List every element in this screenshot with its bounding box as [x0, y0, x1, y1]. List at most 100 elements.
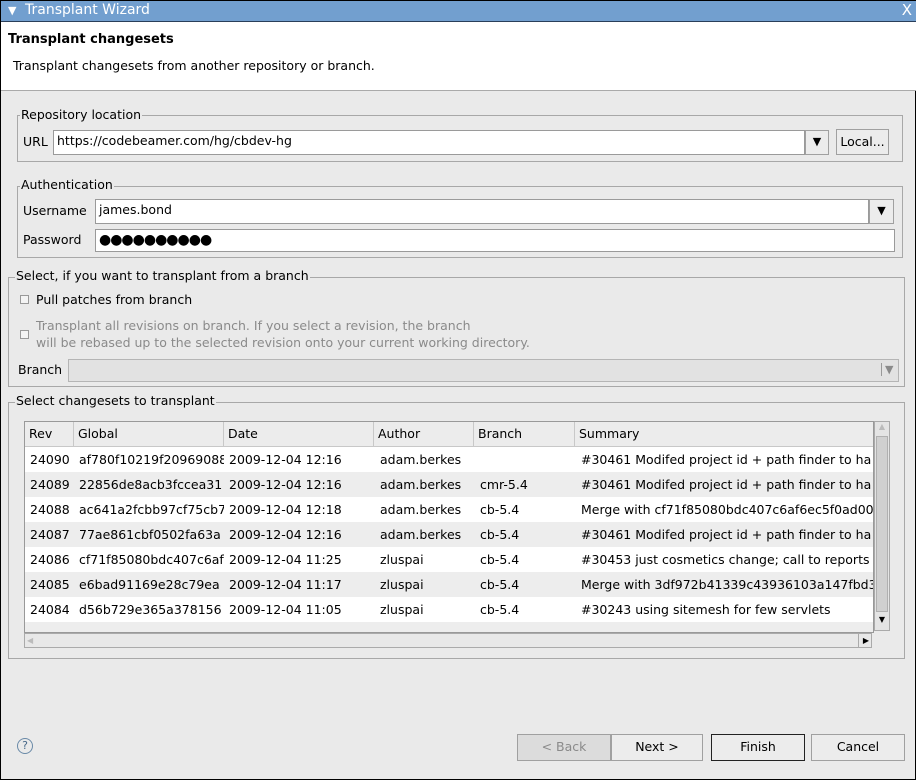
table-row[interactable]: 24090 af780f10219f20969088 2009-12-04 12:1…	[25, 447, 873, 472]
table-row[interactable]: 24088 ac641a2fcbb97cf75cb7 2009-12-04 12:1…	[25, 497, 874, 522]
authentication-legend: Authentication	[20, 177, 114, 192]
cell-rev: 24086	[30, 552, 70, 567]
table-row[interactable]: 24089 22856de8acb3fccea31 2009-12-04 12:16…	[25, 472, 873, 497]
scroll-left-icon[interactable]: ◀	[27, 634, 33, 647]
branch-combo[interactable]	[68, 359, 899, 382]
pull-patches-checkbox[interactable]	[20, 295, 29, 304]
repository-legend: Repository location	[20, 107, 143, 122]
cell-branch: cb-5.4	[480, 602, 520, 617]
cell-date: 2009-12-04 12:16	[229, 527, 342, 542]
column-header-global[interactable]: Global	[74, 422, 224, 447]
table-row-partial[interactable]	[25, 622, 873, 632]
cell-summary: Merge with 3df972b41339c43936103a147fbd3	[581, 577, 874, 592]
scroll-up-icon[interactable]: ▲	[875, 422, 889, 436]
cell-branch: cb-5.4	[480, 502, 520, 517]
transplant-all-label-line1: Transplant all revisions on branch. If y…	[36, 318, 471, 333]
next-button[interactable]: Next >	[611, 734, 703, 761]
cell-author: zluspai	[380, 602, 424, 617]
cell-summary: #30461 Modifed project id + path finder …	[581, 527, 872, 542]
cell-author: zluspai	[380, 552, 424, 567]
branch-legend: Select, if you want to transplant from a…	[15, 268, 310, 283]
column-header-summary[interactable]: Summary	[575, 422, 873, 447]
window-menu-icon[interactable]: ▼	[8, 4, 16, 17]
changesets-table[interactable]: Rev Global Date Author Branch Summary 24…	[24, 421, 874, 633]
username-input[interactable]: james.bond	[95, 199, 869, 224]
cancel-button[interactable]: Cancel	[811, 734, 905, 761]
close-icon[interactable]: X	[902, 1, 912, 19]
cell-summary: #30461 Modifed project id + path finder …	[581, 452, 872, 467]
cell-summary: #30461 Modifed project id + path finder …	[581, 477, 872, 492]
url-input[interactable]: https://codebeamer.com/hg/cbdev-hg	[53, 130, 805, 155]
back-button[interactable]: < Back	[517, 734, 611, 761]
horizontal-scrollbar[interactable]: ◀ ▶	[24, 633, 872, 648]
transplant-all-label-line2: will be rebased up to the selected revis…	[36, 335, 530, 350]
finish-button[interactable]: Finish	[711, 734, 805, 761]
url-dropdown-button[interactable]: ▼	[805, 130, 829, 155]
cell-global: ac641a2fcbb97cf75cb7	[79, 502, 224, 517]
local-button[interactable]: Local...	[836, 129, 889, 155]
column-header-rev[interactable]: Rev	[25, 422, 74, 447]
chevron-down-icon: ▼	[877, 204, 886, 217]
cell-branch: cmr-5.4	[480, 477, 528, 492]
cell-date: 2009-12-04 11:05	[229, 602, 342, 617]
back-label: < Back	[541, 739, 587, 754]
chevron-down-icon: ▼	[881, 363, 893, 376]
cell-author: adam.berkes	[380, 502, 462, 517]
table-row[interactable]: 24087 77ae861cbf0502fa63a 2009-12-04 12:16…	[25, 522, 873, 547]
cell-global: 77ae861cbf0502fa63a	[79, 527, 221, 542]
cell-date: 2009-12-04 12:18	[229, 502, 342, 517]
cell-summary: Merge with cf71f85080bdc407c6af6ec5f0ad0…	[581, 502, 874, 517]
table-row[interactable]: 24084 d56b729e365a378156 2009-12-04 11:05 z…	[25, 597, 873, 622]
changesets-legend: Select changesets to transplant	[15, 393, 216, 408]
window-title: Transplant Wizard	[25, 2, 150, 18]
username-dropdown-button[interactable]: ▼	[869, 199, 894, 224]
cell-author: zluspai	[380, 577, 424, 592]
cell-author: adam.berkes	[380, 527, 462, 542]
cell-rev: 24087	[30, 527, 70, 542]
cell-global: cf71f85080bdc407c6af	[79, 552, 224, 567]
cancel-label: Cancel	[836, 739, 880, 754]
title-bar: ▼ Transplant Wizard X	[1, 1, 916, 22]
transplant-all-checkbox[interactable]	[20, 330, 29, 339]
cell-summary: #30453 just cosmetics change; call to re…	[581, 552, 870, 567]
table-row[interactable]: 24086 cf71f85080bdc407c6af 2009-12-04 11:2…	[25, 547, 873, 572]
vertical-scroll-thumb[interactable]	[876, 436, 888, 612]
cell-branch: cb-5.4	[480, 527, 520, 542]
cell-rev: 24089	[30, 477, 70, 492]
scroll-down-icon[interactable]: ▼	[875, 615, 889, 629]
cell-author: adam.berkes	[380, 452, 462, 467]
cell-global: 22856de8acb3fccea31	[79, 477, 223, 492]
page-title: Transplant changesets	[8, 32, 174, 47]
cell-date: 2009-12-04 11:25	[229, 552, 342, 567]
cell-rev: 24084	[30, 602, 70, 617]
password-input[interactable]: ●●●●●●●●●●	[95, 229, 895, 252]
username-label: Username	[23, 203, 87, 218]
cell-rev: 24088	[30, 502, 70, 517]
password-label: Password	[23, 232, 82, 247]
cell-branch: cb-5.4	[480, 577, 520, 592]
help-icon[interactable]: ?	[17, 738, 33, 754]
column-header-author[interactable]: Author	[374, 422, 474, 447]
table-row[interactable]: 24085 e6bad91169e28c79ea 2009-12-04 11:17 z…	[25, 572, 874, 597]
cell-date: 2009-12-04 12:16	[229, 477, 342, 492]
pull-patches-label: Pull patches from branch	[36, 292, 193, 307]
branch-label: Branch	[18, 362, 63, 377]
cell-global: d56b729e365a378156	[79, 602, 222, 617]
vertical-scrollbar[interactable]: ▲ ▼	[874, 421, 890, 631]
cell-global: e6bad91169e28c79ea	[79, 577, 220, 592]
wizard-header: Transplant changesets Transplant changes…	[1, 22, 916, 91]
cell-author: adam.berkes	[380, 477, 462, 492]
column-header-branch[interactable]: Branch	[474, 422, 575, 447]
cell-global: af780f10219f20969088	[79, 452, 224, 467]
cell-date: 2009-12-04 12:16	[229, 452, 342, 467]
finish-label: Finish	[740, 739, 776, 754]
scroll-right-icon[interactable]: ▶	[857, 634, 869, 647]
cell-rev: 24085	[30, 577, 70, 592]
next-label: Next >	[635, 739, 679, 754]
cell-date: 2009-12-04 11:17	[229, 577, 342, 592]
chevron-down-icon: ▼	[812, 135, 822, 148]
cell-rev: 24090	[30, 452, 70, 467]
column-header-date[interactable]: Date	[224, 422, 374, 447]
page-description: Transplant changesets from another repos…	[13, 58, 375, 73]
url-label: URL	[23, 134, 48, 149]
